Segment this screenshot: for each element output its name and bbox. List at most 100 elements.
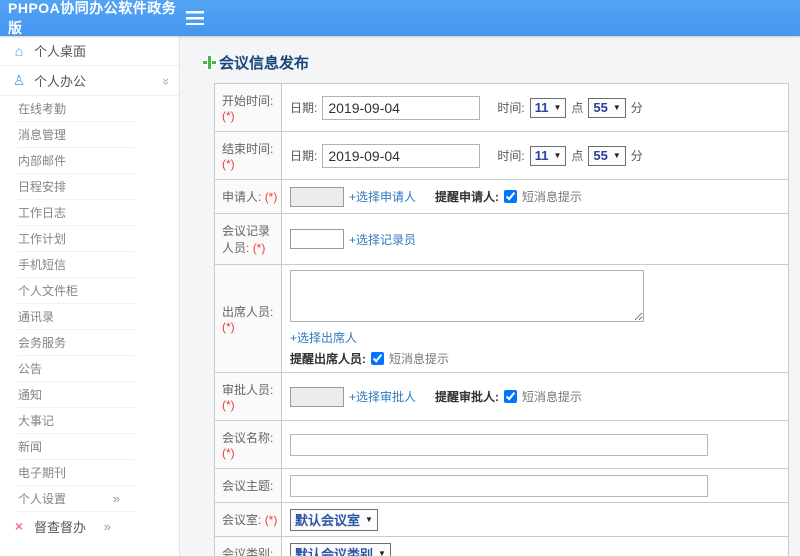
required-mark: (*) <box>264 513 278 527</box>
pick-recorder-link[interactable]: +选择记录员 <box>349 231 416 248</box>
sidebar-item-work-plan[interactable]: 工作计划 <box>18 226 134 252</box>
hour-unit-label: 点 <box>571 149 584 163</box>
chevron-double-down-icon: » <box>158 77 174 84</box>
sidebar: ⌂ 个人桌面 ♙ 个人办公 » 在线考勤 消息管理 内部邮件 日程安排 工作日志… <box>0 36 180 556</box>
sidebar-item-schedule[interactable]: 日程安排 <box>18 174 134 200</box>
sidebar-item-label: 个人办公 <box>34 74 87 89</box>
main-content: 会议信息发布 开始时间: (*) 日期: 时间: 11 ▼ 点 55 ▼ <box>181 36 800 556</box>
recorder-label: 会议记录人员: (*) <box>214 213 282 265</box>
add-plus-icon <box>203 56 216 69</box>
sidebar-item-announcement[interactable]: 公告 <box>18 356 134 382</box>
sidebar-item-major-events[interactable]: 大事记 <box>18 408 134 434</box>
meeting-subject-input[interactable] <box>290 474 708 497</box>
chevron-right-icon: » <box>103 518 111 534</box>
sidebar-item-news[interactable]: 新闻 <box>18 434 134 460</box>
sidebar-item-supervision[interactable]: × 督查督办 » <box>0 512 179 540</box>
dropdown-arrow-icon: ▼ <box>553 151 562 160</box>
dropdown-arrow-icon: ▼ <box>378 549 386 556</box>
meeting-type-select[interactable]: 默认会议类别 ▼ <box>290 542 391 556</box>
row-recorder: 会议记录人员: (*) +选择记录员 <box>214 213 789 265</box>
sidebar-item-label: 督查督办 <box>34 519 87 535</box>
start-date-input[interactable] <box>322 95 481 120</box>
required-mark: (*) <box>222 398 235 412</box>
dropdown-arrow-icon: ▼ <box>612 151 621 160</box>
start-minute-select[interactable]: 55 ▼ <box>588 97 626 118</box>
row-applicant: 申请人: (*) +选择申请人 提醒申请人: 短消息提示 <box>214 179 789 214</box>
meeting-room-select[interactable]: 默认会议室 ▼ <box>290 508 378 531</box>
time-label: 时间: <box>497 149 525 163</box>
required-mark: (*) <box>222 320 235 334</box>
sidebar-item-work-log[interactable]: 工作日志 <box>18 200 134 226</box>
end-date-input[interactable] <box>322 143 481 168</box>
sidebar-item-label: 个人桌面 <box>34 44 87 59</box>
home-icon: ⌂ <box>14 42 24 59</box>
attendees-label: 出席人员: (*) <box>214 264 282 373</box>
user-icon: ♙ <box>12 72 26 88</box>
pick-approver-link[interactable]: +选择审批人 <box>349 388 416 405</box>
applicant-label: 申请人: (*) <box>214 179 282 214</box>
date-label: 日期: <box>290 101 318 115</box>
sidebar-item-personal-desktop[interactable]: ⌂ 个人桌面 <box>0 36 179 66</box>
applicant-input[interactable] <box>290 186 344 207</box>
end-hour-select[interactable]: 11 ▼ <box>529 145 567 166</box>
sidebar-submenu: 在线考勤 消息管理 内部邮件 日程安排 工作日志 工作计划 手机短信 个人文件柜… <box>0 96 179 512</box>
date-label: 日期: <box>290 149 318 163</box>
row-approver: 审批人员: (*) +选择审批人 提醒审批人: 短消息提示 <box>214 372 789 421</box>
meeting-name-label: 会议名称: (*) <box>214 420 282 469</box>
required-mark: (*) <box>252 241 266 255</box>
dropdown-arrow-icon: ▼ <box>612 103 621 112</box>
meeting-type-label: 会议类别: <box>214 536 282 556</box>
sidebar-item-internal-mail[interactable]: 内部邮件 <box>18 148 134 174</box>
start-hour-select[interactable]: 11 ▼ <box>529 97 567 118</box>
approver-label: 审批人员: (*) <box>214 372 282 421</box>
meeting-room-label: 会议室: (*) <box>214 502 282 537</box>
row-meeting-type: 会议类别: 默认会议类别 ▼ <box>214 536 789 556</box>
minute-unit-label: 分 <box>630 149 643 163</box>
sidebar-item-sms[interactable]: 手机短信 <box>18 252 134 278</box>
approver-input[interactable] <box>290 386 344 407</box>
sidebar-item-personal-settings[interactable]: 个人设置 » <box>18 486 134 512</box>
sidebar-item-personal-office[interactable]: ♙ 个人办公 » <box>0 66 179 96</box>
sidebar-item-messages[interactable]: 消息管理 <box>18 122 134 148</box>
row-start-time: 开始时间: (*) 日期: 时间: 11 ▼ 点 55 ▼ 分 <box>214 83 789 132</box>
approver-sms-checkbox[interactable] <box>504 390 518 403</box>
meeting-name-input[interactable] <box>290 433 708 456</box>
row-meeting-name: 会议名称: (*) <box>214 420 789 469</box>
row-attendees: 出席人员: (*) +选择出席人 提醒出席人员: 短消息提示 <box>214 264 789 373</box>
dropdown-arrow-icon: ▼ <box>553 103 562 112</box>
end-time-label: 结束时间: (*) <box>214 131 282 180</box>
sms-remind-label: 短消息提示 <box>522 190 583 204</box>
attendees-sms-checkbox[interactable] <box>371 352 384 365</box>
row-meeting-room: 会议室: (*) 默认会议室 ▼ <box>214 502 789 537</box>
recorder-input[interactable] <box>290 229 344 249</box>
meeting-form: 开始时间: (*) 日期: 时间: 11 ▼ 点 55 ▼ 分 <box>214 83 789 556</box>
minute-unit-label: 分 <box>630 101 643 115</box>
required-mark: (*) <box>222 109 235 123</box>
sidebar-item-contacts[interactable]: 通讯录 <box>18 304 134 330</box>
app-title: PHPOA协同办公软件政务版 <box>8 0 177 36</box>
row-end-time: 结束时间: (*) 日期: 时间: 11 ▼ 点 55 ▼ 分 <box>214 131 789 180</box>
hour-unit-label: 点 <box>571 101 584 115</box>
meeting-subject-label: 会议主题: <box>214 468 282 503</box>
page-title: 会议信息发布 <box>203 52 800 73</box>
attendees-textarea[interactable] <box>290 270 644 322</box>
sidebar-item-e-journal[interactable]: 电子期刊 <box>18 460 134 486</box>
sidebar-item-attendance[interactable]: 在线考勤 <box>18 96 134 122</box>
required-mark: (*) <box>222 446 235 460</box>
pick-applicant-link[interactable]: +选择申请人 <box>349 188 416 205</box>
sms-remind-label: 短消息提示 <box>389 352 450 366</box>
hamburger-menu-icon[interactable] <box>186 11 204 25</box>
row-meeting-subject: 会议主题: <box>214 468 789 503</box>
chevron-right-icon: » <box>112 490 120 506</box>
supervision-icon: × <box>14 518 24 534</box>
remind-approver-label: 提醒审批人: <box>435 390 500 404</box>
remind-applicant-label: 提醒申请人: <box>435 190 500 204</box>
applicant-sms-checkbox[interactable] <box>504 190 518 203</box>
sidebar-item-notice[interactable]: 通知 <box>18 382 134 408</box>
sidebar-item-meeting-service[interactable]: 会务服务 <box>18 330 134 356</box>
required-mark: (*) <box>222 157 235 171</box>
end-minute-select[interactable]: 55 ▼ <box>588 145 626 166</box>
pick-attendees-link[interactable]: +选择出席人 <box>290 331 357 345</box>
sidebar-item-file-cabinet[interactable]: 个人文件柜 <box>18 278 134 304</box>
remind-attendees-label: 提醒出席人员: <box>290 352 366 366</box>
